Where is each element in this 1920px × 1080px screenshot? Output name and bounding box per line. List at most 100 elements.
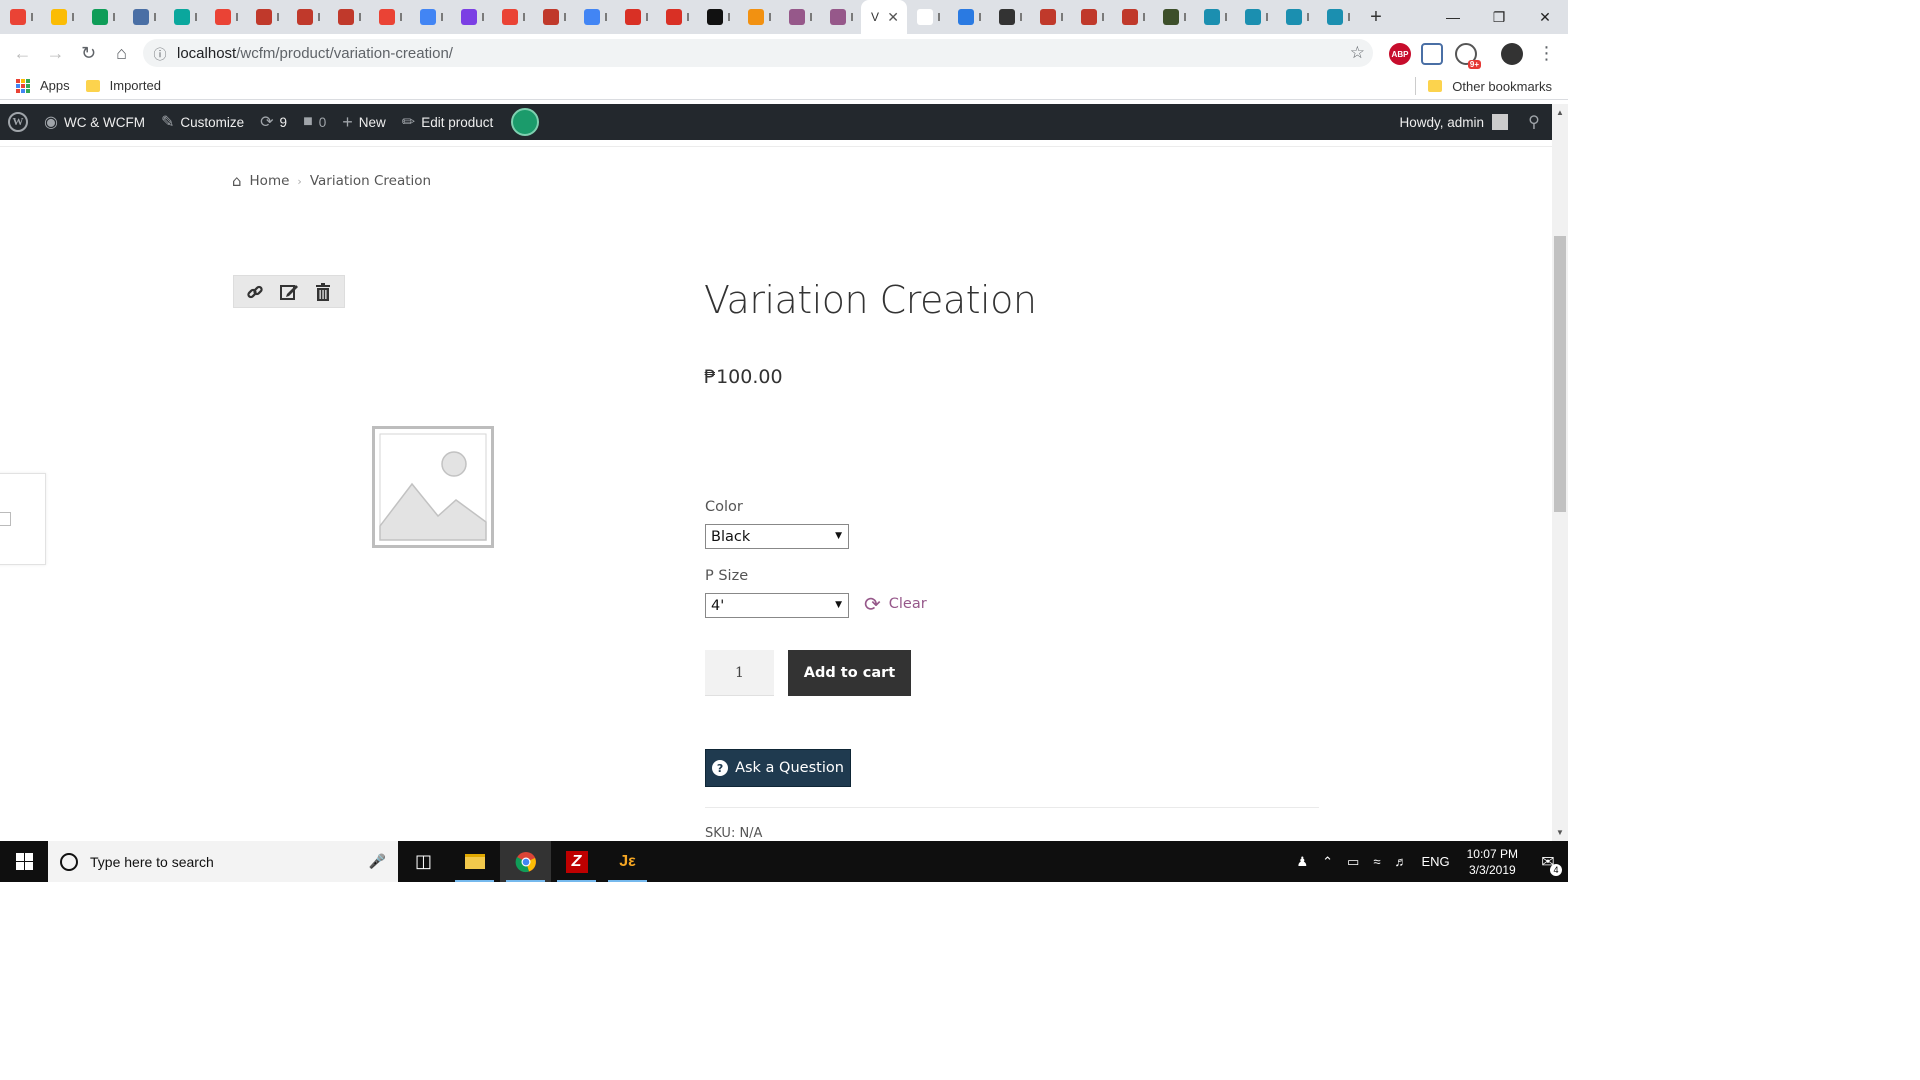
add-to-cart-button[interactable]: Add to cart [788, 650, 911, 696]
language-indicator[interactable]: ENG [1414, 854, 1456, 869]
show-hidden-icons-icon[interactable]: ⌃ [1315, 854, 1340, 870]
search-icon[interactable]: ⚲ [1516, 104, 1552, 140]
browser-tab[interactable] [205, 0, 246, 34]
battery-icon[interactable]: ▭ [1340, 854, 1366, 870]
wifi-icon[interactable]: ≈ [1366, 854, 1387, 869]
other-bookmarks[interactable]: Other bookmarks [1415, 72, 1552, 100]
taskbar-clock[interactable]: 10:07 PM 3/3/2019 [1457, 846, 1528, 878]
updates-icon: ⟳ [260, 114, 274, 131]
filezilla-icon[interactable]: Z [551, 841, 602, 882]
link-icon[interactable] [242, 279, 268, 305]
breadcrumb-home-link[interactable]: Home [250, 173, 290, 189]
browser-tab[interactable] [907, 0, 948, 34]
scroll-up-icon[interactable]: ▲ [1556, 108, 1564, 117]
browser-tab[interactable] [1071, 0, 1112, 34]
chrome-menu-icon[interactable]: ⋮ [1530, 34, 1563, 72]
scroll-down-icon[interactable]: ▼ [1556, 828, 1564, 837]
profile-avatar-icon[interactable] [1501, 43, 1523, 65]
microphone-icon[interactable]: 🎤 [369, 853, 386, 870]
browser-tab[interactable] [779, 0, 820, 34]
browser-tab[interactable] [123, 0, 164, 34]
color-select[interactable]: Black ▼ [705, 524, 849, 549]
browser-tab[interactable] [82, 0, 123, 34]
size-select[interactable]: 4' ▼ [705, 593, 849, 618]
trash-icon[interactable] [310, 279, 336, 305]
home-button[interactable]: ⌂ [105, 34, 138, 72]
close-tab-icon[interactable]: ✕ [887, 9, 899, 26]
browser-tab[interactable] [369, 0, 410, 34]
browser-tab[interactable] [1235, 0, 1276, 34]
clear-variations-link[interactable]: ⟳ Clear [864, 592, 927, 616]
new-tab-button[interactable]: + [1358, 0, 1394, 34]
product-price: ₱100.00 [704, 366, 783, 388]
extension-badge-icon[interactable]: 9+ [1455, 43, 1481, 69]
browser-tab[interactable] [820, 0, 861, 34]
page-scrollbar[interactable]: ▲ ▼ [1552, 104, 1568, 841]
maximize-button[interactable]: ❐ [1476, 0, 1522, 34]
close-window-button[interactable]: ✕ [1522, 0, 1568, 34]
browser-tab[interactable] [0, 0, 41, 34]
comments-link[interactable]: ■ 0 [295, 104, 334, 140]
browser-tab[interactable] [410, 0, 451, 34]
scrollbar-thumb[interactable] [1554, 236, 1566, 512]
browser-tab[interactable] [451, 0, 492, 34]
browser-tab[interactable] [246, 0, 287, 34]
browser-tab[interactable] [1317, 0, 1358, 34]
file-explorer-icon[interactable] [449, 841, 500, 882]
my-account-menu[interactable]: Howdy, admin [1391, 104, 1516, 140]
browser-tab[interactable] [1194, 0, 1235, 34]
wcfm-avatar[interactable] [511, 108, 540, 136]
task-view-icon[interactable]: ◫ [398, 841, 449, 882]
browser-tab[interactable] [164, 0, 205, 34]
minimize-button[interactable]: — [1430, 0, 1476, 34]
volume-icon[interactable]: ♬ [1387, 854, 1414, 869]
gmail-icon [215, 9, 231, 25]
bookmark-imported[interactable]: Imported [85, 78, 161, 93]
bookmark-star-icon[interactable]: ☆ [1350, 43, 1365, 63]
action-center-icon[interactable]: ✉ 4 [1528, 841, 1568, 882]
jetbrains-icon[interactable]: Jε [602, 841, 653, 882]
wordpress-logo-icon[interactable]: W [0, 104, 36, 140]
browser-tab[interactable] [287, 0, 328, 34]
browser-tab[interactable] [615, 0, 656, 34]
browser-tab[interactable] [574, 0, 615, 34]
browser-tab[interactable] [1276, 0, 1317, 34]
browser-tab[interactable] [41, 0, 82, 34]
browser-tab[interactable] [533, 0, 574, 34]
browser-tab[interactable] [1153, 0, 1194, 34]
ask-question-button[interactable]: ? Ask a Question [705, 749, 851, 787]
browser-tab[interactable] [492, 0, 533, 34]
active-browser-tab[interactable]: V ✕ [861, 0, 907, 34]
customize-link[interactable]: ✎ Customize [153, 104, 252, 140]
browser-tab[interactable] [989, 0, 1030, 34]
browser-tab[interactable] [1030, 0, 1071, 34]
start-button[interactable] [0, 841, 48, 882]
taskbar-search[interactable]: Type here to search 🎤 [48, 841, 398, 882]
edit-icon[interactable] [276, 279, 302, 305]
browser-tab[interactable] [656, 0, 697, 34]
site-name-menu[interactable]: ◉ WC & WCFM [36, 104, 153, 140]
browser-tab[interactable] [697, 0, 738, 34]
browser-tab[interactable] [948, 0, 989, 34]
bookmark-apps[interactable]: Apps [16, 78, 70, 93]
screenshot-extension-icon[interactable] [1421, 43, 1443, 65]
product-page: ⌂ Home › Variation Creation Variation Cr… [0, 140, 1552, 841]
reload-button[interactable]: ↻ [72, 34, 105, 72]
edit-product-link[interactable]: ✏ Edit product [394, 104, 501, 140]
browser-toolbar: ← → ↻ ⌂ ⓘ localhost/wcfm/product/variati… [0, 34, 1568, 72]
adblock-extension-icon[interactable]: ABP [1389, 43, 1411, 65]
back-button[interactable]: ← [6, 34, 39, 72]
product-placeholder-image[interactable] [372, 426, 494, 548]
forward-button[interactable]: → [39, 34, 72, 72]
updates-link[interactable]: ⟳ 9 [252, 104, 295, 140]
people-icon[interactable]: ♟ [1289, 854, 1315, 870]
quantity-input[interactable]: 1 [705, 650, 774, 696]
browser-tab[interactable] [738, 0, 779, 34]
new-content-menu[interactable]: + New [334, 104, 394, 140]
browser-tab[interactable] [328, 0, 369, 34]
gallery-thumbnail[interactable] [0, 473, 46, 565]
chrome-taskbar-icon[interactable] [500, 841, 551, 882]
browser-tab[interactable] [1112, 0, 1153, 34]
site-info-icon[interactable]: ⓘ [143, 44, 177, 63]
address-bar[interactable]: ⓘ localhost/wcfm/product/variation-creat… [143, 39, 1373, 67]
